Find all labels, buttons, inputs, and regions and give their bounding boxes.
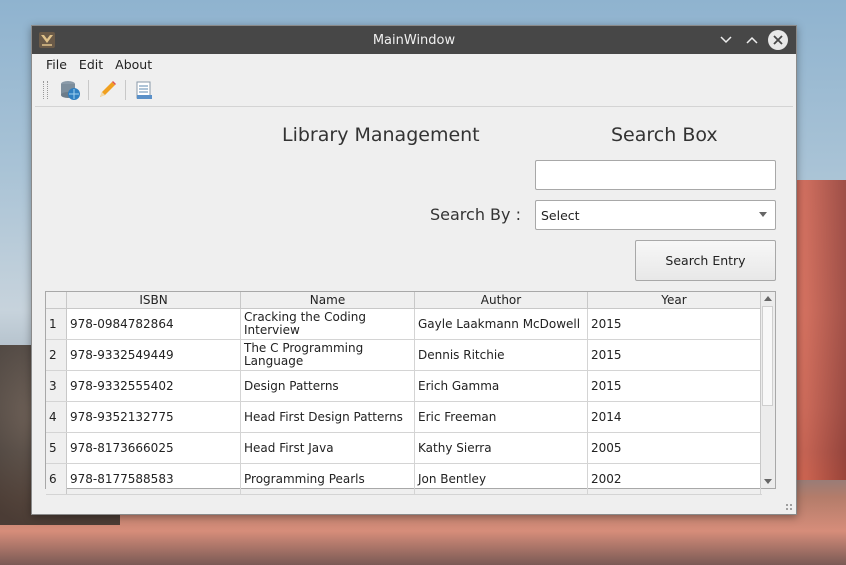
chevron-down-icon [720, 36, 732, 44]
cell-isbn[interactable]: 978-0984782864 [67, 309, 241, 339]
cell-year[interactable]: 2002 [588, 464, 761, 494]
toolbar-grip[interactable] [43, 81, 48, 99]
main-content: Library Management Search Box Search By … [32, 107, 796, 514]
table-row[interactable]: 1 978-0984782864 Cracking the Coding Int… [46, 309, 762, 340]
column-header-year[interactable]: Year [588, 292, 761, 308]
title-bar[interactable]: MainWindow [32, 26, 796, 54]
minimize-button[interactable] [716, 30, 736, 50]
table-row[interactable]: 2 978-9332549449 The C Programming Langu… [46, 340, 762, 371]
cell-isbn[interactable]: 978-8173666025 [67, 433, 241, 463]
cell-year[interactable]: 2015 [588, 371, 761, 401]
close-icon [773, 35, 783, 45]
cell-name[interactable]: Head First Design Patterns [241, 402, 415, 432]
chevron-down-icon [759, 212, 767, 217]
library-title: Library Management [282, 124, 480, 146]
row-header[interactable]: 3 [46, 371, 67, 401]
edit-button[interactable] [93, 76, 121, 104]
chevron-up-icon [746, 36, 758, 44]
cell-author[interactable]: Dennis Ritchie [415, 340, 588, 370]
cell-isbn[interactable]: 978-9352132775 [67, 402, 241, 432]
cell-isbn[interactable]: 978-9332555402 [67, 371, 241, 401]
row-header[interactable]: 6 [46, 464, 67, 494]
vertical-scrollbar[interactable] [760, 292, 775, 488]
search-by-value: Select [541, 207, 580, 223]
table-body: 1 978-0984782864 Cracking the Coding Int… [46, 309, 762, 495]
row-header[interactable]: 1 [46, 309, 67, 339]
search-entry-button[interactable]: Search Entry [635, 240, 776, 281]
search-input[interactable] [535, 160, 776, 190]
row-header[interactable]: 4 [46, 402, 67, 432]
app-logo-icon [38, 31, 56, 49]
cell-author[interactable]: Kathy Sierra [415, 433, 588, 463]
corner-header[interactable] [46, 292, 67, 308]
scrollbar-thumb[interactable] [762, 306, 773, 406]
cell-name[interactable]: The C Programming Language [241, 340, 415, 370]
database-globe-icon [61, 81, 80, 100]
database-button[interactable] [56, 76, 84, 104]
resize-grip[interactable] [785, 503, 793, 511]
close-button[interactable] [768, 30, 788, 50]
cell-name[interactable]: Design Patterns [241, 371, 415, 401]
document-list-icon [136, 81, 152, 99]
cell-year[interactable]: 2005 [588, 433, 761, 463]
column-header-isbn[interactable]: ISBN [67, 292, 241, 308]
toolbar-separator [125, 80, 126, 100]
table-header: ISBN Name Author Year [46, 292, 762, 309]
cell-author[interactable]: Eric Freeman [415, 402, 588, 432]
row-header[interactable]: 5 [46, 433, 67, 463]
window-title: MainWindow [372, 32, 456, 48]
menu-about[interactable]: About [109, 57, 158, 72]
cell-author[interactable]: Gayle Laakmann McDowell [415, 309, 588, 339]
cell-year[interactable]: 2014 [588, 402, 761, 432]
table-row[interactable]: 5 978-8173666025 Head First Java Kathy S… [46, 433, 762, 464]
menu-edit[interactable]: Edit [73, 57, 109, 72]
table-row[interactable]: 4 978-9352132775 Head First Design Patte… [46, 402, 762, 433]
search-by-select[interactable]: Select [535, 200, 776, 230]
menu-file[interactable]: File [40, 57, 73, 72]
column-header-name[interactable]: Name [241, 292, 415, 308]
scroll-up-icon[interactable] [764, 296, 772, 301]
cell-name[interactable]: Head First Java [241, 433, 415, 463]
cell-year[interactable]: 2015 [588, 340, 761, 370]
scroll-down-icon[interactable] [764, 479, 772, 484]
cell-name[interactable]: Cracking the Coding Interview [241, 309, 415, 339]
toolbar-separator [88, 80, 89, 100]
table-row[interactable]: 6 978-8177588583 Programming Pearls Jon … [46, 464, 762, 495]
books-table: ISBN Name Author Year 1 978-0984782864 C… [45, 291, 776, 495]
cell-isbn[interactable]: 978-9332549449 [67, 340, 241, 370]
maximize-button[interactable] [742, 30, 762, 50]
table-row[interactable]: 3 978-9332555402 Design Patterns Erich G… [46, 371, 762, 402]
list-button[interactable] [130, 76, 158, 104]
cell-author[interactable]: Jon Bentley [415, 464, 588, 494]
main-window: MainWindow File Edit About Library Manag… [31, 25, 797, 515]
cell-year[interactable]: 2015 [588, 309, 761, 339]
column-header-author[interactable]: Author [415, 292, 588, 308]
row-header[interactable]: 2 [46, 340, 67, 370]
search-box-title: Search Box [611, 124, 718, 146]
cell-isbn[interactable]: 978-8177588583 [67, 464, 241, 494]
cell-author[interactable]: Erich Gamma [415, 371, 588, 401]
toolbar [35, 74, 793, 107]
search-by-label: Search By : [430, 205, 521, 224]
pencil-icon [100, 81, 116, 97]
cell-name[interactable]: Programming Pearls [241, 464, 415, 494]
menu-bar: File Edit About [32, 54, 796, 74]
